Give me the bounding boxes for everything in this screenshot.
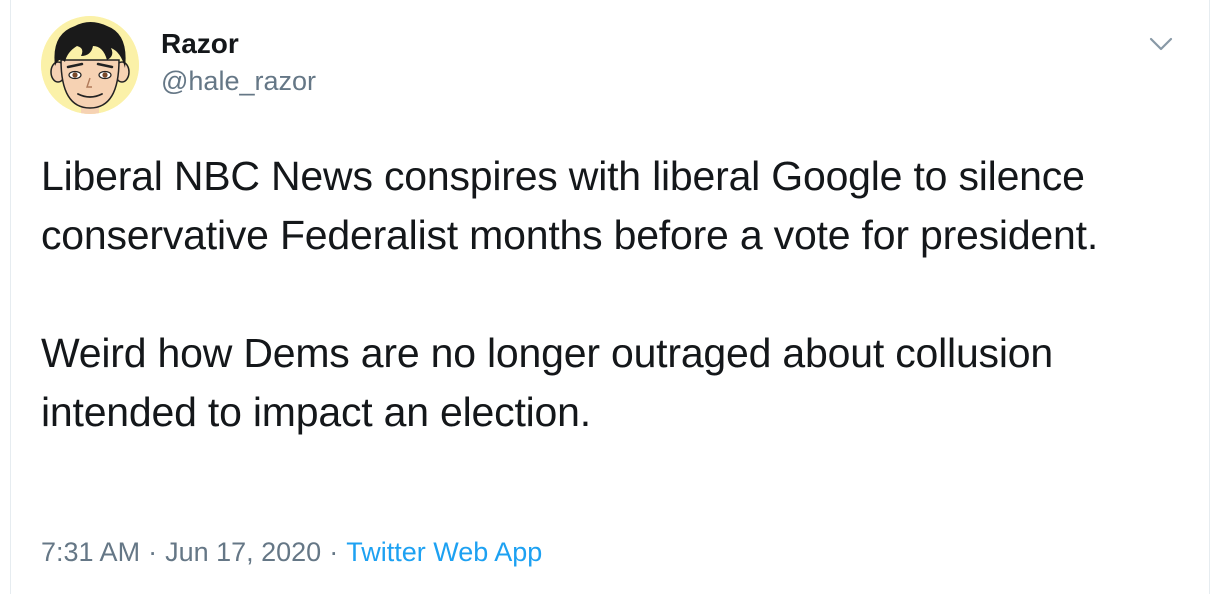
author-handle[interactable]: @hale_razor xyxy=(161,64,316,98)
tweet-source-link[interactable]: Twitter Web App xyxy=(346,537,542,567)
tweet-header: Razor @hale_razor xyxy=(41,16,1189,116)
meta-separator: · xyxy=(148,537,158,567)
author-names: Razor @hale_razor xyxy=(161,26,316,98)
tweet-time[interactable]: 7:31 AM xyxy=(41,537,140,567)
tweet-card: Razor @hale_razor Liberal NBC News consp… xyxy=(10,0,1210,594)
meta-separator: · xyxy=(329,537,339,567)
tweet-paragraph: Weird how Dems are no longer outraged ab… xyxy=(41,330,1053,435)
tweet-date[interactable]: Jun 17, 2020 xyxy=(165,537,321,567)
avatar[interactable] xyxy=(41,16,139,114)
author-display-name[interactable]: Razor xyxy=(161,26,316,62)
tweet-paragraph: Liberal NBC News conspires with liberal … xyxy=(41,153,1099,258)
cartoon-avatar-icon xyxy=(41,16,139,114)
chevron-down-icon[interactable] xyxy=(1145,32,1177,56)
tweet-text: Liberal NBC News conspires with liberal … xyxy=(41,147,1181,442)
tweet-meta: 7:31 AM · Jun 17, 2020 · Twitter Web App xyxy=(41,532,542,572)
